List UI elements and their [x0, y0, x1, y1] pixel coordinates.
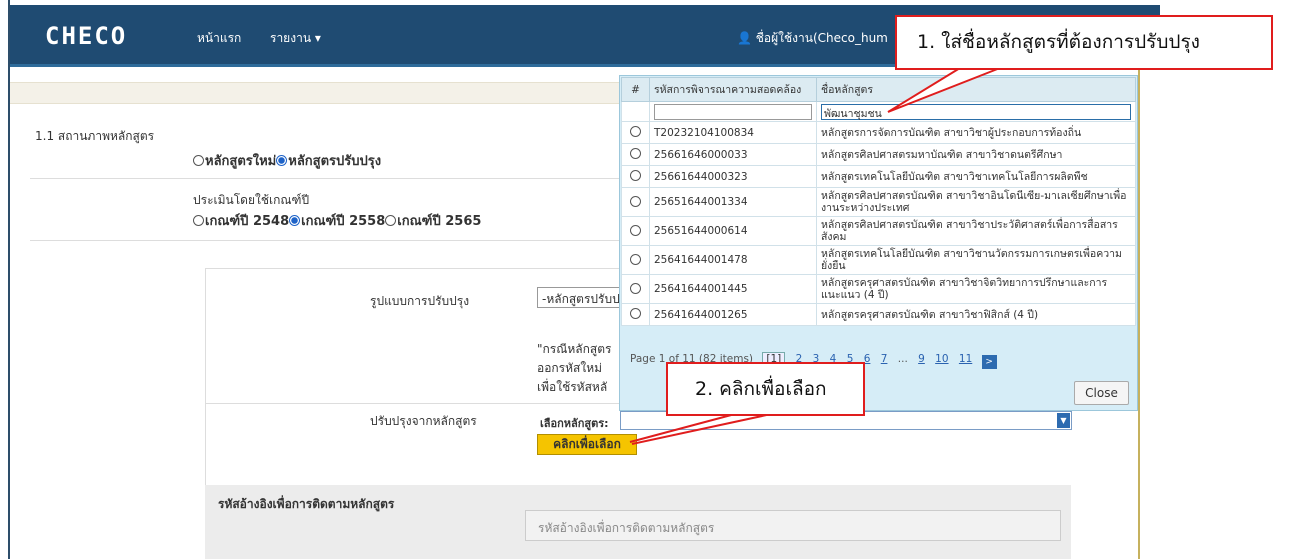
criteria-2565-label: เกณฑ์ปี 2565 [397, 214, 482, 229]
row-select-cell [621, 303, 650, 326]
row-radio[interactable] [629, 282, 641, 294]
course-name: หลักสูตรศิลปศาสตรบัณฑิต สาขาวิชาประวัติศ… [816, 216, 1136, 246]
course-name: หลักสูตรครุศาสตรบัณฑิต สาขาวิชาฟิสิกส์ (… [816, 303, 1136, 326]
divider [30, 240, 620, 241]
brand-logo[interactable]: CHECO [45, 22, 127, 50]
grid-header-row: # รหัสการพิจารณาความสอดคล้อง ชื่อหลักสูต… [621, 77, 1136, 102]
radio-criteria-2558[interactable] [289, 215, 301, 226]
radio-criteria-2565[interactable] [385, 215, 397, 226]
callout-step2: 2. คลิกเพื่อเลือก [666, 362, 865, 416]
callout-step1: 1. ใส่ชื่อหลักสูตรที่ต้องการปรับปรุง [895, 15, 1273, 70]
screenshot-frame: CHECO หน้าแรก รายงาน ▾ 👤 ชื่อผู้ใช้งาน(C… [0, 0, 1294, 559]
divider [205, 268, 620, 269]
next-page-button[interactable]: > [981, 355, 997, 369]
course-code: 25641644001445 [649, 274, 817, 304]
ref-code-input[interactable]: รหัสอ้างอิงเพื่อการติดตามหลักสูตร [525, 510, 1061, 541]
user-icon: 👤 [737, 31, 752, 45]
course-code: 25641644001265 [649, 303, 817, 326]
course-name: หลักสูตรเทคโนโลยีบัณฑิต สาขาวิชานวัตกรรม… [816, 245, 1136, 275]
radio-new-course[interactable] [193, 155, 204, 166]
course-name: หลักสูตรครุศาสตรบัณฑิต สาขาวิชาจิตวิทยาก… [816, 274, 1136, 304]
nav-home-link[interactable]: หน้าแรก [197, 29, 241, 48]
filter-cell [649, 101, 817, 122]
status-radio-group: หลักสูตรใหม่ หลักสูตรปรับปรุง [193, 150, 381, 171]
nav-report-menu[interactable]: รายงาน ▾ [270, 29, 321, 48]
row-radio[interactable] [629, 253, 641, 265]
course-picker-popup: # รหัสการพิจารณาความสอดคล้อง ชื่อหลักสูต… [619, 75, 1138, 411]
criteria-2558-label: เกณฑ์ปี 2558 [301, 214, 386, 229]
row-select-cell [621, 274, 650, 304]
user-name: ชื่อผู้ใช้งาน(Checo_hum [755, 31, 888, 45]
course-name: หลักสูตรศิลปศาสตรมหาบัณฑิต สาขาวิชาดนตรี… [816, 143, 1136, 166]
filter-name-input[interactable]: พัฒนาชุมชน [821, 103, 1131, 120]
page-ellipsis: ... [897, 353, 908, 365]
course-code: 25651644000614 [649, 216, 817, 246]
radio-new-label: หลักสูตรใหม่ [205, 154, 277, 169]
section-stripe [10, 82, 620, 104]
row-radio[interactable] [629, 308, 641, 319]
col-header-index[interactable]: # [621, 77, 650, 102]
col-header-code[interactable]: รหัสการพิจารณาความสอดคล้อง [649, 77, 817, 102]
radio-criteria-2548[interactable] [193, 215, 204, 226]
table-row[interactable]: 25641644001445 หลักสูตรครุศาสตรบัณฑิต สาข… [621, 274, 1136, 304]
close-button[interactable]: Close [1074, 381, 1129, 405]
radio-revised-label: หลักสูตรปรับปรุง [288, 154, 382, 169]
page-link[interactable]: 10 [935, 353, 948, 365]
user-menu[interactable]: 👤 ชื่อผู้ใช้งาน(Checo_hum [737, 29, 888, 48]
course-name: หลักสูตรศิลปศาสตรบัณฑิต สาขาวิชาอินโดนีเ… [816, 187, 1136, 217]
course-code: 25661644000323 [649, 165, 817, 188]
status-label: 1.1 สถานภาพหลักสูตร [35, 129, 155, 143]
page-link[interactable]: 9 [918, 353, 925, 365]
table-row[interactable]: 25641644001265 หลักสูตรครุศาสตรบัณฑิต สาข… [621, 303, 1136, 326]
page-link[interactable]: 7 [881, 353, 888, 365]
course-code: 25651644001334 [649, 187, 817, 217]
course-code: 25641644001478 [649, 245, 817, 275]
improve-type-select[interactable]: -หลักสูตรปรับป [537, 287, 627, 308]
table-row[interactable]: 25661644000323 หลักสูตรเทคโนโลยีบัณฑิต สา… [621, 165, 1136, 188]
improve-type-label: รูปแบบการปรับปรุง [370, 294, 470, 308]
row-select-cell [621, 165, 650, 188]
filter-cell [621, 101, 650, 122]
row-select-cell [621, 187, 650, 217]
row-radio[interactable] [629, 148, 641, 159]
row-radio[interactable] [629, 195, 641, 207]
click-to-select-button[interactable]: คลิกเพื่อเลือก [537, 434, 637, 455]
divider [205, 403, 620, 404]
filter-cell: พัฒนาชุมชน [816, 101, 1136, 122]
table-row[interactable]: 25641644001478 หลักสูตรเทคโนโลยีบัณฑิต สา… [621, 245, 1136, 275]
improve-from-label: ปรับปรุงจากหลักสูตร [370, 414, 477, 428]
course-code: 25661646000033 [649, 143, 817, 166]
row-select-cell [621, 216, 650, 246]
chevron-down-icon[interactable]: ▼ [1057, 413, 1070, 428]
course-name: หลักสูตรการจัดการบัณฑิต สาขาวิชาผู้ประกอ… [816, 121, 1136, 144]
criteria-2548-label: เกณฑ์ปี 2548 [205, 214, 290, 229]
ref-code-label: รหัสอ้างอิงเพื่อการติดตามหลักสูตร [218, 497, 395, 511]
table-row[interactable]: 25661646000033 หลักสูตรศิลปศาสตรมหาบัณฑิต… [621, 143, 1136, 166]
row-radio[interactable] [629, 170, 641, 181]
grid-filter-row: พัฒนาชุมชน [621, 101, 1136, 122]
course-code: T20232104100834 [649, 121, 817, 144]
criteria-label: ประเมินโดยใช้เกณฑ์ปี [193, 193, 310, 207]
content-right-border [1138, 70, 1140, 559]
pick-course-label: เลือกหลักสูตร: [540, 417, 609, 430]
row-radio[interactable] [629, 126, 641, 137]
row-radio[interactable] [629, 224, 641, 236]
page-link[interactable]: 11 [959, 353, 972, 365]
table-row[interactable]: 25651644000614 หลักสูตรศิลปศาสตรบัณฑิต สา… [621, 216, 1136, 246]
row-select-cell [621, 121, 650, 144]
row-select-cell [621, 143, 650, 166]
table-row[interactable]: T20232104100834 หลักสูตรการจัดการบัณฑิต ส… [621, 121, 1136, 144]
divider [30, 178, 620, 179]
table-row[interactable]: 25651644001334 หลักสูตรศิลปศาสตรบัณฑิต สา… [621, 187, 1136, 217]
criteria-radio-group: เกณฑ์ปี 2548 เกณฑ์ปี 2558 เกณฑ์ปี 2565 [193, 210, 481, 231]
radio-revised-course[interactable] [276, 155, 288, 166]
course-name: หลักสูตรเทคโนโลยีบัณฑิต สาขาวิชาเทคโนโลย… [816, 165, 1136, 188]
col-header-name[interactable]: ชื่อหลักสูตร [816, 77, 1136, 102]
course-grid: # รหัสการพิจารณาความสอดคล้อง ชื่อหลักสูต… [621, 77, 1136, 326]
row-select-cell [621, 245, 650, 275]
filter-code-input[interactable] [654, 103, 812, 120]
